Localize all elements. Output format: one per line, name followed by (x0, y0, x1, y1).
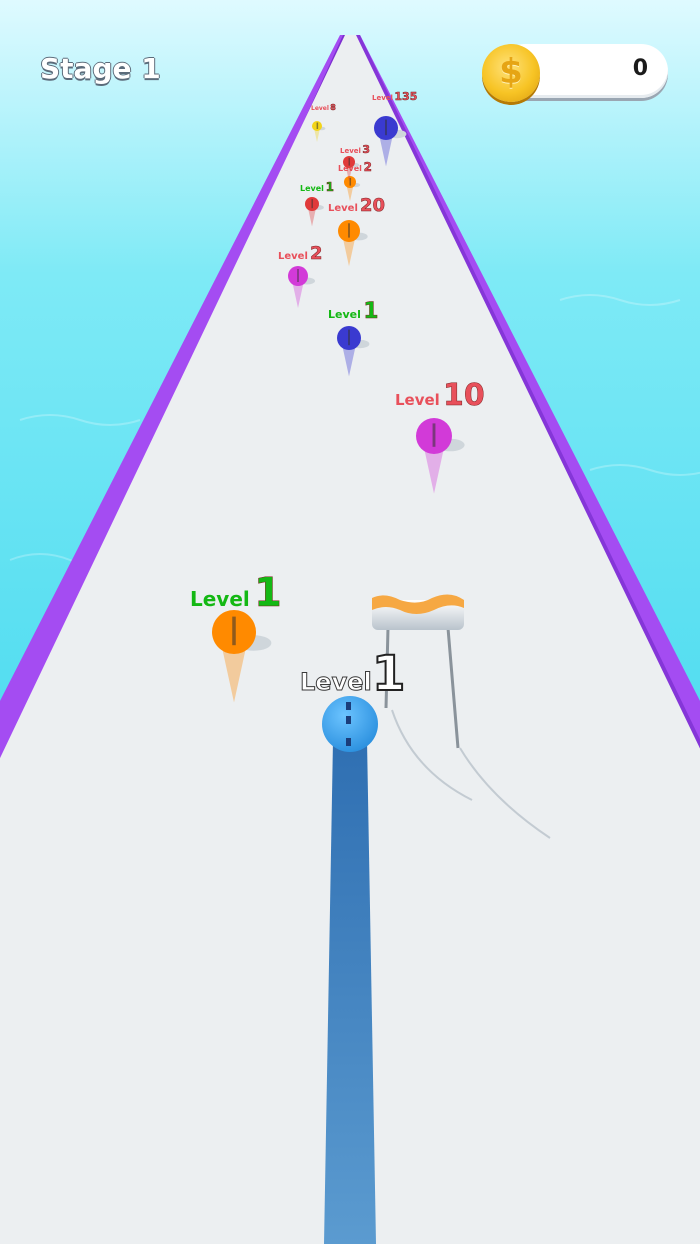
enemy-level-word: Level (328, 203, 358, 214)
enemy-level-number: 10 (443, 378, 485, 413)
enemy-level-word: Level (372, 94, 393, 102)
game-scene[interactable]: Level 1Level 10Level 1Level 2Level 20Level 1Le… (0, 0, 700, 1244)
enemy-level-number: 3 (362, 143, 370, 156)
enemy-level-number: 8 (330, 103, 336, 112)
enemy-face (232, 616, 236, 646)
enemy-face (316, 122, 319, 129)
coin-icon: $ (482, 44, 540, 102)
player-trail (324, 740, 376, 1244)
enemy-level-number: 1 (363, 299, 378, 324)
enemy-level-word: Level (311, 105, 329, 112)
stage-label: Stage 1 (40, 52, 161, 85)
enemy-face (385, 119, 387, 136)
player-level-number: 1 (372, 646, 405, 702)
enemy-level-number: 20 (360, 195, 385, 216)
enemy-face (348, 157, 351, 166)
enemy-level-number: 135 (394, 90, 417, 103)
enemy-level-number: 2 (364, 160, 372, 174)
dollar-icon: $ (499, 52, 523, 92)
enemy-level-number: 1 (254, 570, 282, 616)
enemy-face (432, 423, 436, 447)
enemy-face (349, 177, 352, 186)
enemy-face (348, 329, 350, 346)
enemy-face (348, 223, 350, 238)
enemy-level-number: 2 (310, 243, 323, 264)
player-ball[interactable] (322, 696, 378, 752)
enemy-face (297, 269, 299, 282)
enemy-level-word: Level (328, 308, 361, 321)
enemy-level-number: 1 (326, 180, 334, 194)
enemy-level-word: Level (340, 147, 361, 155)
enemy-level-word: Level (300, 184, 324, 193)
coin-count: 0 (632, 56, 648, 81)
player-level-word: Level (300, 668, 372, 696)
enemy-face (311, 199, 313, 209)
enemy-level-word: Level (190, 587, 250, 611)
enemy-level-word: Level (395, 391, 440, 409)
enemy-level-word: Level (278, 251, 308, 262)
